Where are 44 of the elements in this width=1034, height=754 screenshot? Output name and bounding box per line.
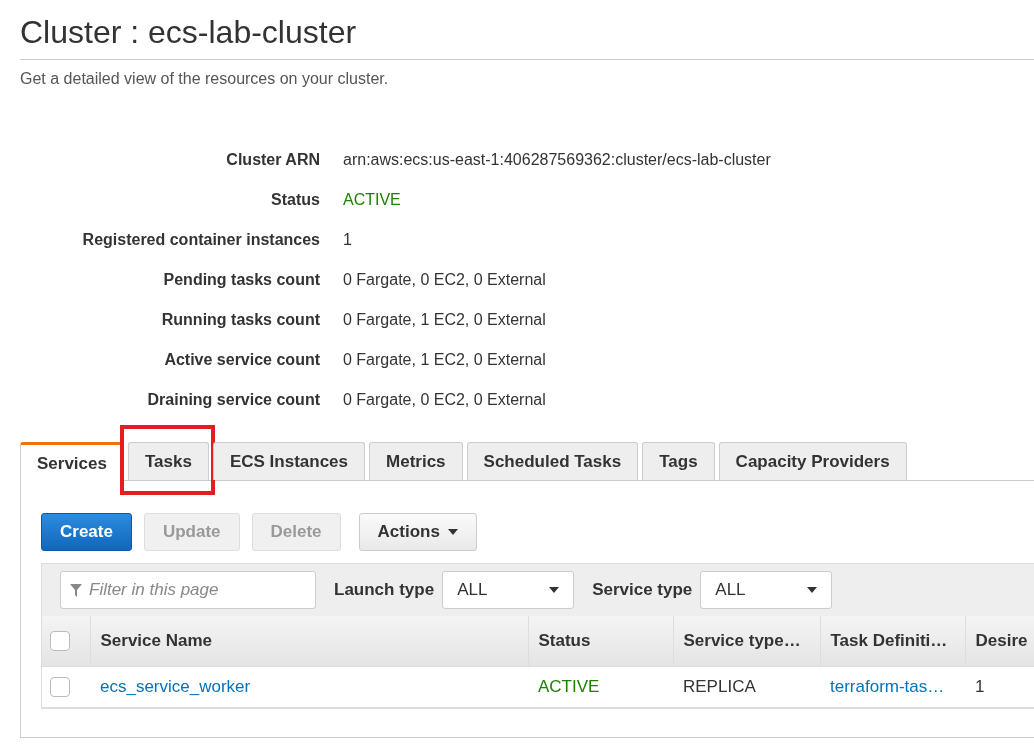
service-type-select[interactable]: ALL <box>700 571 833 609</box>
caret-icon <box>549 587 560 593</box>
detail-label: Draining service count <box>146 390 320 410</box>
status-text: ACTIVE <box>538 677 600 696</box>
page-title: Cluster : ecs-lab-cluster <box>20 14 1034 60</box>
launch-type-select[interactable]: ALL <box>442 571 575 609</box>
tab[interactable]: Capacity Providers <box>718 442 907 480</box>
detail-label: Cluster ARN <box>225 150 320 170</box>
dropdown-button[interactable]: Actions <box>358 513 477 551</box>
detail-value: 0 Fargate, 1 EC2, 0 External <box>343 350 547 370</box>
detail-value: 1 <box>343 230 353 250</box>
detail-label: Pending tasks count <box>162 270 320 290</box>
service-type-label: Service type <box>592 580 693 600</box>
detail-label: Status <box>270 190 320 210</box>
table-cell: REPLICA <box>683 677 756 696</box>
caret-icon <box>447 529 458 535</box>
detail-value: 0 Fargate, 0 EC2, 0 External <box>343 390 547 410</box>
column-header[interactable]: Service Name <box>90 616 528 667</box>
tab[interactable]: Tasks <box>127 442 209 480</box>
column-header[interactable]: Task Definiti… <box>820 616 965 667</box>
caret-icon <box>807 587 818 593</box>
table-cell: 1 <box>975 677 985 696</box>
detail-value: 0 Fargate, 1 EC2, 0 External <box>343 310 547 330</box>
status-value: ACTIVE <box>343 190 402 210</box>
column-header[interactable]: Service type… <box>673 616 820 667</box>
tab[interactable]: ECS Instances <box>212 442 365 480</box>
launch-type-label: Launch type <box>334 580 435 600</box>
action-button[interactable]: Create <box>41 513 132 551</box>
detail-label: Registered container instances <box>81 230 320 250</box>
tab[interactable]: Scheduled Tasks <box>466 442 639 480</box>
filter-field[interactable]: Filter in this page <box>60 571 316 609</box>
detail-value: 0 Fargate, 0 EC2, 0 External <box>343 270 547 290</box>
column-header[interactable]: Status <box>528 616 673 667</box>
row-checkbox[interactable] <box>50 677 70 697</box>
select-all-checkbox[interactable] <box>50 631 70 651</box>
tab[interactable]: Metrics <box>369 442 463 480</box>
table-link[interactable]: terraform-tas… <box>830 677 945 696</box>
table-link[interactable]: ecs_service_worker <box>100 677 251 696</box>
column-header[interactable]: Desire <box>965 616 1034 667</box>
tab[interactable]: Tags <box>642 442 715 480</box>
detail-label: Running tasks count <box>160 310 320 330</box>
page-subtitle: Get a detailed view of the resources on your cluster. <box>20 70 390 88</box>
detail-value: arn:aws:ecs:us-east-1:406287569362:cluster/ecs-lab-cluster <box>343 150 772 170</box>
detail-label: Active service count <box>163 350 320 370</box>
